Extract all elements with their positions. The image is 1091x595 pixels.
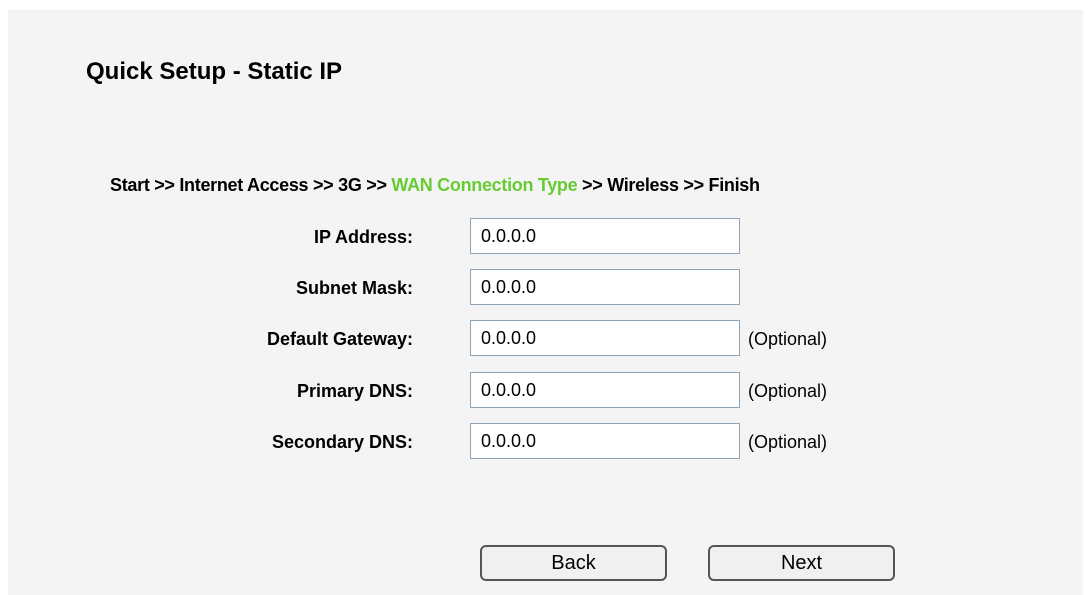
breadcrumb-step-3g: 3G bbox=[338, 175, 362, 195]
breadcrumb-step-wireless: Wireless bbox=[607, 175, 679, 195]
breadcrumb-separator: >> bbox=[312, 175, 334, 195]
page-title: Quick Setup - Static IP bbox=[86, 58, 343, 85]
secondary-dns-input[interactable] bbox=[470, 423, 740, 459]
breadcrumb-separator: >> bbox=[366, 175, 387, 195]
default-gateway-optional-note: (Optional) bbox=[748, 329, 828, 349]
ip-address-label: IP Address: bbox=[313, 227, 413, 247]
ip-address-input[interactable] bbox=[470, 218, 740, 254]
default-gateway-input[interactable] bbox=[470, 320, 740, 356]
breadcrumb-step-start: Start bbox=[110, 175, 150, 195]
breadcrumb-separator: >> bbox=[154, 175, 175, 195]
breadcrumb-separator: >> bbox=[582, 175, 603, 195]
breadcrumb-step-internet-access: Internet Access bbox=[179, 175, 309, 195]
subnet-mask-input[interactable] bbox=[470, 269, 740, 305]
next-button[interactable]: Next bbox=[708, 545, 895, 581]
primary-dns-optional-note: (Optional) bbox=[748, 381, 828, 401]
default-gateway-label: Default Gateway: bbox=[266, 329, 413, 349]
breadcrumb-separator: >> bbox=[683, 175, 704, 195]
secondary-dns-optional-note: (Optional) bbox=[748, 432, 828, 452]
breadcrumb-step-wan-connection-type: WAN Connection Type bbox=[391, 175, 578, 195]
breadcrumb: Start >> Internet Access >> 3G >> WAN Co… bbox=[110, 175, 760, 196]
breadcrumb-step-finish: Finish bbox=[708, 175, 761, 195]
back-button[interactable]: Back bbox=[480, 545, 667, 581]
primary-dns-input[interactable] bbox=[470, 372, 740, 408]
subnet-mask-label: Subnet Mask: bbox=[295, 278, 413, 298]
primary-dns-label: Primary DNS: bbox=[296, 381, 413, 401]
secondary-dns-label: Secondary DNS: bbox=[271, 432, 413, 452]
